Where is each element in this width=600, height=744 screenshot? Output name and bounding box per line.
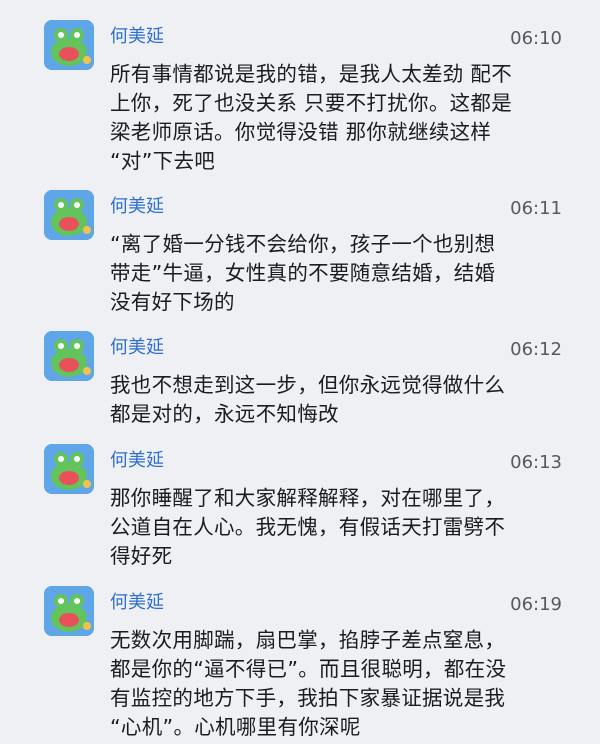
frog-avatar-icon[interactable] <box>44 190 94 240</box>
message-text: 那你睡醒了和大家解释解释，对在哪里了， 公道自在人心。我无愧，有假话天打雷劈不 … <box>110 486 506 568</box>
message-text: 无数次用脚踹，扇巴掌，掐脖子差点窒息， 都是你的“逼不得已”。而且很聪明，都在没… <box>110 628 507 739</box>
message-timestamp: 06:13 <box>510 452 562 473</box>
message-timestamp: 06:11 <box>510 198 562 219</box>
sender-name[interactable]: 何美延 <box>110 26 164 48</box>
message-text: “离了婚一分钱不会给你，孩子一个也别想 带走”牛逼，女性真的不要随意结婚，结婚 … <box>110 232 496 314</box>
sender-name[interactable]: 何美延 <box>110 592 164 614</box>
frog-avatar-icon[interactable] <box>44 444 94 494</box>
message-timestamp: 06:12 <box>510 339 562 360</box>
sender-name[interactable]: 何美延 <box>110 196 164 218</box>
sender-name[interactable]: 何美延 <box>110 450 164 472</box>
frog-avatar-icon[interactable] <box>44 20 94 70</box>
frog-avatar-icon[interactable] <box>44 586 94 636</box>
message-timestamp: 06:10 <box>510 28 562 49</box>
message-timestamp: 06:19 <box>510 594 562 615</box>
frog-avatar-icon[interactable] <box>44 331 94 381</box>
sender-name[interactable]: 何美延 <box>110 337 164 359</box>
chat-feed: 何美延 06:10 所有事情都说是我的错，是我人太差劲 配不 上你，死了也没关系… <box>0 0 600 744</box>
message-text: 我也不想走到这一步，但你永远觉得做什么 都是对的，永远不知悔改 <box>110 373 506 426</box>
message-text: 所有事情都说是我的错，是我人太差劲 配不 上你，死了也没关系 只要不打扰你。这都… <box>110 62 513 173</box>
